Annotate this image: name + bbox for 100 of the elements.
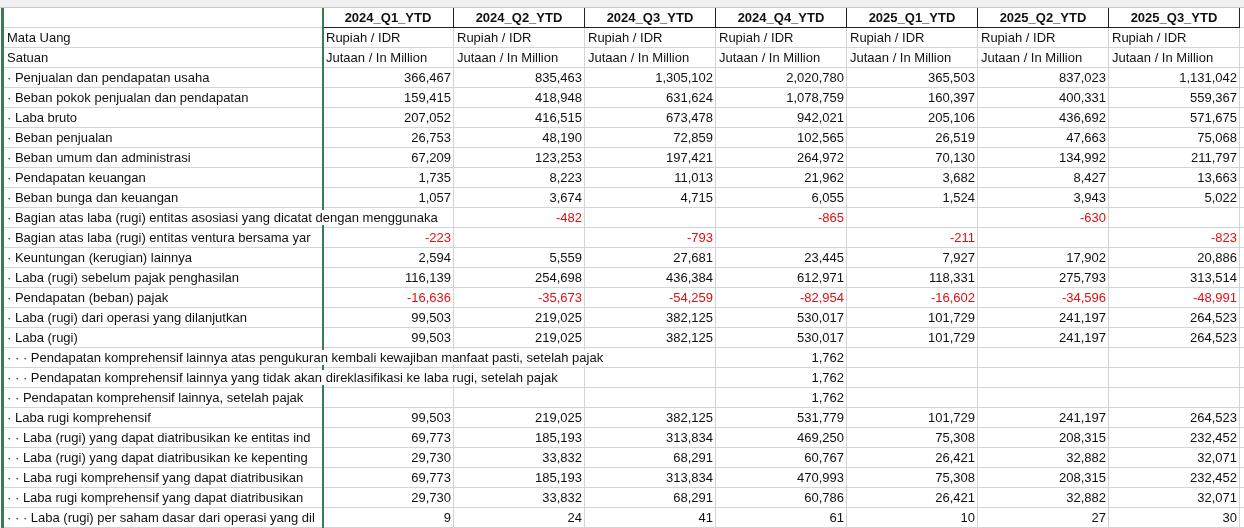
table-cell: 366,467 xyxy=(404,70,451,85)
table-cell: 11,013 xyxy=(674,170,713,185)
table-cell: 219,025 xyxy=(535,410,582,425)
table-cell: 26,519 xyxy=(935,130,975,145)
table-cell: 264,523 xyxy=(1190,410,1237,425)
column-header: 2024_Q1_YTD xyxy=(344,9,432,25)
table-cell: 26,421 xyxy=(935,490,975,505)
row-label: · · Pendapatan komprehensif lainnya, setelah pajak xyxy=(7,390,306,405)
table-cell: -823 xyxy=(1210,230,1237,245)
table-cell: 3,943 xyxy=(1073,190,1106,205)
table-cell: 219,025 xyxy=(535,310,582,325)
table-cell: 134,992 xyxy=(1059,150,1106,165)
table-cell: 72,859 xyxy=(673,130,713,145)
row-label: · Laba (rugi) sebelum pajak penghasilan xyxy=(7,270,241,285)
table-cell: -16,636 xyxy=(406,290,451,305)
column-header: 2024_Q4_YTD xyxy=(737,9,825,25)
table-cell: 208,315 xyxy=(1059,430,1106,445)
row-label: · Laba bruto xyxy=(7,110,80,125)
table-cell: 313,834 xyxy=(666,430,713,445)
row-label: · · · Pendapatan komprehensif lainnya yang tidak akan direklasifikasi ke laba rugi, setelah pajak xyxy=(7,370,560,385)
table-cell: -630 xyxy=(1079,210,1106,225)
table-cell: 530,017 xyxy=(797,330,844,345)
table-cell: 530,017 xyxy=(797,310,844,325)
table-cell: Rupiah / IDR xyxy=(850,30,925,45)
table-cell: 29,730 xyxy=(411,490,451,505)
table-cell: 382,125 xyxy=(666,330,713,345)
table-cell: Jutaan / In Million xyxy=(850,50,952,65)
table-cell: 2,020,780 xyxy=(786,70,844,85)
row-label: · · Laba rugi komprehensif yang dapat diatribusikan xyxy=(7,490,306,505)
table-cell: 17,902 xyxy=(1066,250,1106,265)
table-cell: 1,762 xyxy=(811,370,844,385)
row-label: · Pendapatan keuangan xyxy=(7,170,148,185)
table-cell: 159,415 xyxy=(404,90,451,105)
row-label: · Bagian atas laba (rugi) entitas asosiasi yang dicatat dengan menggunaka xyxy=(7,210,440,225)
table-cell: -48,991 xyxy=(1192,290,1237,305)
table-cell: 232,452 xyxy=(1190,430,1237,445)
table-cell: 365,503 xyxy=(928,70,975,85)
table-cell: 67,209 xyxy=(411,150,451,165)
row-label: · Keuntungan (kerugian) lainnya xyxy=(7,250,194,265)
table-cell: 205,106 xyxy=(928,110,975,125)
table-cell: 5,022 xyxy=(1204,190,1237,205)
table-cell: 3,674 xyxy=(549,190,582,205)
table-cell: 6,055 xyxy=(811,190,844,205)
table-cell: 123,253 xyxy=(535,150,582,165)
table-cell: 241,197 xyxy=(1059,330,1106,345)
row-label: · Beban pokok penjualan dan pendapatan xyxy=(7,90,251,105)
table-cell: 99,503 xyxy=(411,310,451,325)
table-cell: 241,197 xyxy=(1059,310,1106,325)
table-cell: Jutaan / In Million xyxy=(326,50,428,65)
table-cell: 208,315 xyxy=(1059,470,1106,485)
table-cell: 60,767 xyxy=(804,450,844,465)
table-cell: 631,624 xyxy=(666,90,713,105)
row-label: · · · Pendapatan komprehensif lainnya atas pengukuran kembali kewajiban manfaat pasti, setelah pajak xyxy=(7,350,606,365)
table-cell: 3,682 xyxy=(942,170,975,185)
table-cell: Rupiah / IDR xyxy=(981,30,1056,45)
table-cell: Jutaan / In Million xyxy=(457,50,559,65)
table-cell: 416,515 xyxy=(535,110,582,125)
table-cell: 197,421 xyxy=(666,150,713,165)
table-cell: 185,193 xyxy=(535,430,582,445)
column-header: 2024_Q2_YTD xyxy=(475,9,563,25)
row-label: · Laba (rugi) xyxy=(7,330,80,345)
table-cell: 7,927 xyxy=(942,250,975,265)
table-cell: 4,715 xyxy=(680,190,713,205)
table-cell: 673,478 xyxy=(666,110,713,125)
table-cell: Rupiah / IDR xyxy=(719,30,794,45)
table-cell: -34,596 xyxy=(1061,290,1106,305)
table-cell: 33,832 xyxy=(542,450,582,465)
table-cell: 470,993 xyxy=(797,470,844,485)
table-cell: 275,793 xyxy=(1059,270,1106,285)
table-cell: 264,523 xyxy=(1190,330,1237,345)
table-cell: 75,308 xyxy=(935,470,975,485)
table-cell: 99,503 xyxy=(411,410,451,425)
table-cell: 61 xyxy=(829,510,844,525)
table-cell: 27 xyxy=(1091,510,1106,525)
table-cell: 382,125 xyxy=(666,410,713,425)
table-cell: 68,291 xyxy=(673,450,713,465)
table-cell: 254,698 xyxy=(535,270,582,285)
table-cell: Rupiah / IDR xyxy=(588,30,663,45)
table-cell: Rupiah / IDR xyxy=(326,30,401,45)
table-cell: 185,193 xyxy=(535,470,582,485)
table-cell: 29,730 xyxy=(411,450,451,465)
table-cell: 313,834 xyxy=(666,470,713,485)
table-cell: 8,427 xyxy=(1073,170,1106,185)
table-cell: Jutaan / In Million xyxy=(1112,50,1214,65)
table-cell: 9 xyxy=(443,510,451,525)
row-label: · Pendapatan (beban) pajak xyxy=(7,290,171,305)
row-label: · Beban umum dan administrasi xyxy=(7,150,193,165)
table-cell: 32,882 xyxy=(1066,450,1106,465)
table-cell: Rupiah / IDR xyxy=(457,30,532,45)
table-cell: 469,250 xyxy=(797,430,844,445)
table-cell: 21,962 xyxy=(804,170,844,185)
table-cell: 382,125 xyxy=(666,310,713,325)
row-label: · Laba (rugi) dari operasi yang dilanjutkan xyxy=(7,310,249,325)
table-cell: 418,948 xyxy=(535,90,582,105)
table-cell: 5,559 xyxy=(549,250,582,265)
table-cell: 75,068 xyxy=(1197,130,1237,145)
table-cell: 32,882 xyxy=(1066,490,1106,505)
table-cell: 27,681 xyxy=(673,250,713,265)
table-cell: 75,308 xyxy=(935,430,975,445)
table-cell: 232,452 xyxy=(1190,470,1237,485)
